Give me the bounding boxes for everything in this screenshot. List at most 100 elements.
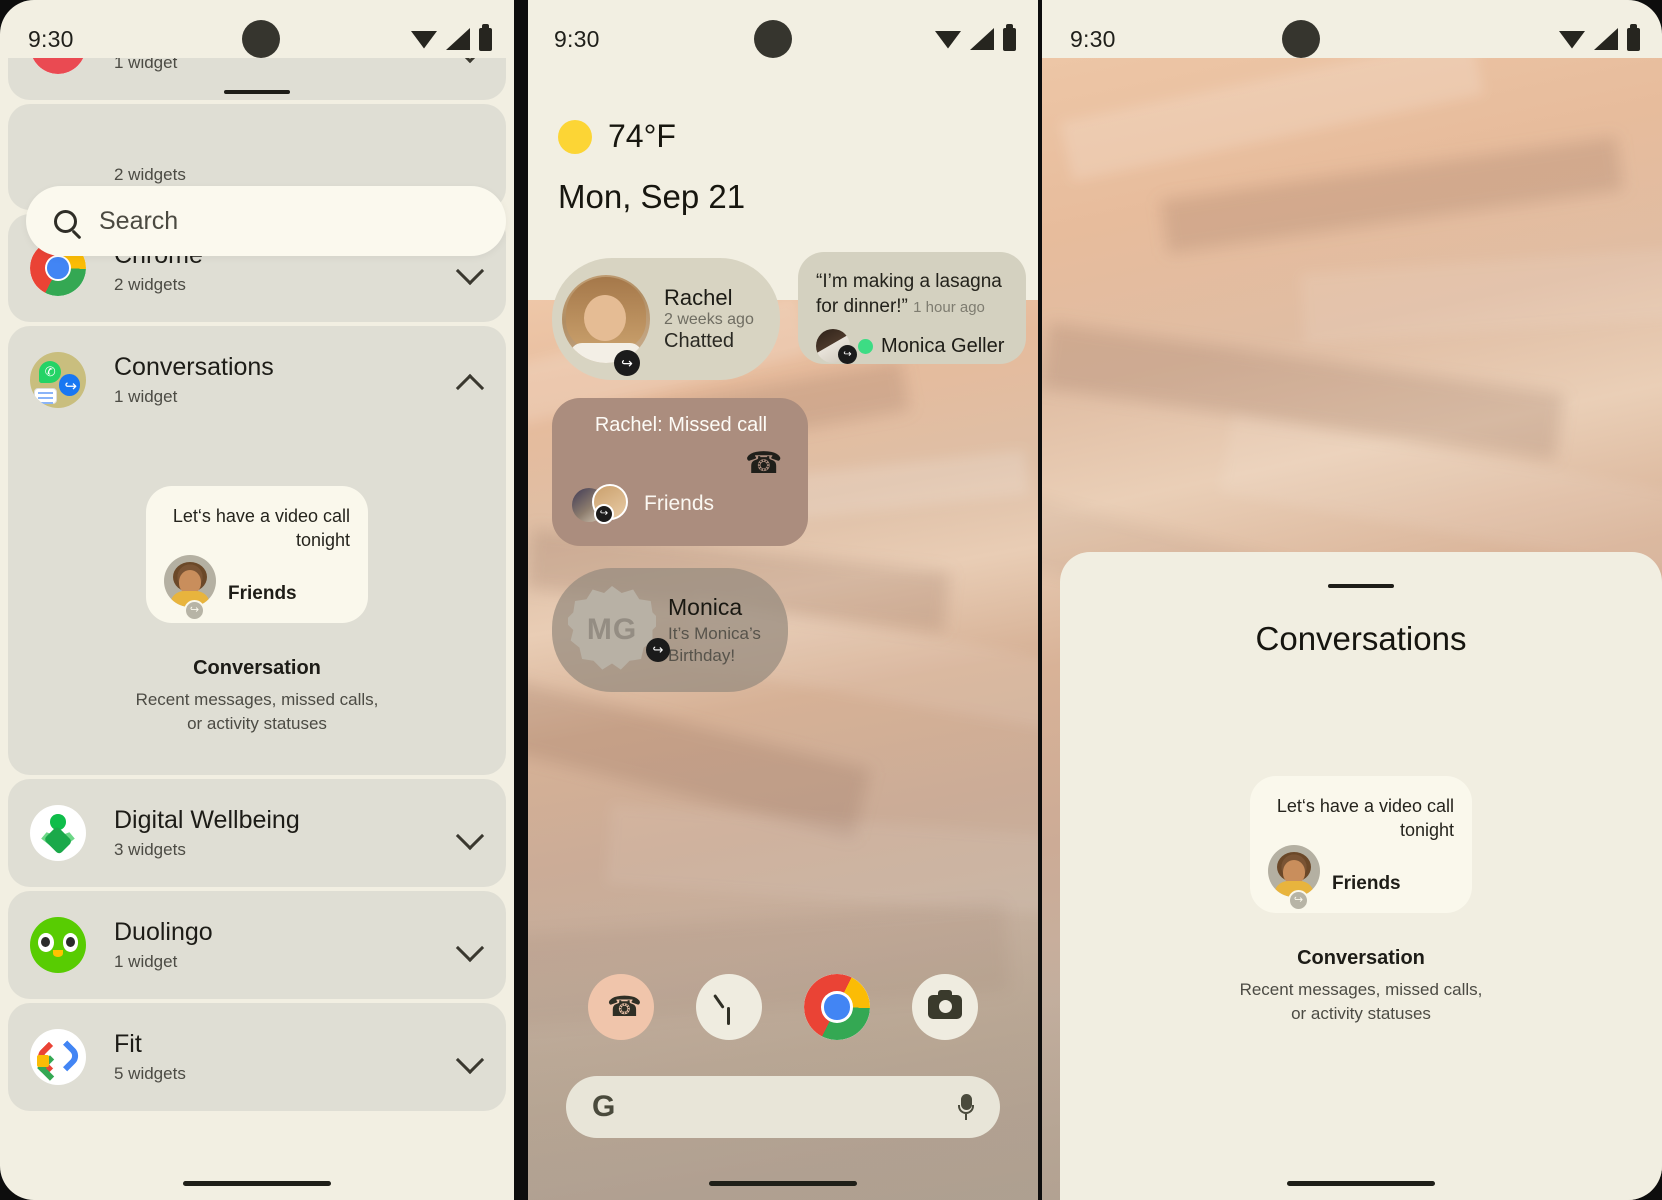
- avatar: [562, 275, 650, 363]
- status-time: 9:30: [28, 25, 74, 52]
- wifi-icon: [1559, 31, 1585, 49]
- clock-icon[interactable]: [696, 974, 762, 1040]
- widget-group-fit[interactable]: Fit 5 widgets: [8, 1002, 506, 1111]
- widget-picker-list[interactable]: 1 widget 2 widgets Search 2 widgets ✆ ↪ …: [8, 58, 506, 1200]
- navigation-bar-handle[interactable]: [1287, 1181, 1435, 1186]
- quote-text: “I’m making a lasagna for dinner!” 1 hou…: [816, 270, 1012, 319]
- conversation-widget-rachel[interactable]: Rachel 2 weeks ago Chatted: [552, 258, 780, 380]
- chevron-down-icon[interactable]: [458, 1044, 484, 1070]
- camera-punch-hole-icon: [1282, 20, 1320, 58]
- conversation-widget-monica-geller[interactable]: “I’m making a lasagna for dinner!” 1 hou…: [798, 252, 1026, 365]
- microphone-icon[interactable]: [958, 1094, 974, 1120]
- phone-icon[interactable]: ☎: [588, 974, 654, 1040]
- avatar: [164, 554, 216, 607]
- group-label: Friends: [644, 492, 715, 515]
- widget-group-title: Duolingo: [114, 918, 213, 946]
- status-time: 9:30: [1070, 25, 1116, 52]
- signal-icon: [1594, 28, 1618, 50]
- camera-icon[interactable]: [912, 974, 978, 1040]
- search-icon: [54, 209, 77, 233]
- widget-group-title: Conversations: [114, 353, 274, 382]
- widget-preview-message: Let‘s have a video call tonight: [172, 506, 350, 551]
- battery-icon: [479, 23, 492, 51]
- widget-group-subtitle: 1 widget: [114, 951, 178, 971]
- widget-group-title: Digital Wellbeing: [114, 806, 300, 834]
- timestamp: 2 weeks ago: [664, 311, 754, 329]
- status-icons: [1559, 23, 1640, 51]
- widget-group-duolingo[interactable]: Duolingo 1 widget: [8, 890, 506, 999]
- chevron-down-icon[interactable]: [458, 820, 484, 846]
- chevron-down-icon[interactable]: [458, 58, 484, 59]
- signal-icon: [446, 28, 470, 50]
- widget-group-digital-wellbeing[interactable]: Digital Wellbeing 3 widgets: [8, 778, 506, 887]
- temperature-label: 74°F: [608, 118, 676, 154]
- navigation-bar-handle[interactable]: [709, 1181, 857, 1186]
- widget-group-title: Fit: [114, 1030, 142, 1058]
- weather-widget[interactable]: 74°F: [558, 118, 676, 155]
- timestamp: 1 hour ago: [913, 298, 985, 316]
- navigation-bar-handle[interactable]: [183, 1181, 331, 1186]
- conversation-widget-missed-call[interactable]: Rachel: Missed call ☎ Friends: [552, 398, 808, 546]
- avatar: [1268, 844, 1320, 897]
- widget-preview-title: Conversation: [1297, 946, 1425, 969]
- app-icon-partial: [30, 58, 86, 74]
- chevron-up-icon[interactable]: [458, 367, 484, 393]
- contact-name: Monica: [668, 594, 743, 621]
- sheet-drag-handle[interactable]: [1328, 584, 1394, 588]
- group-avatar: [572, 484, 630, 524]
- home-screen: 9:30 74°F Mon, Sep 21 R: [528, 0, 1038, 1200]
- online-dot-icon: [858, 338, 873, 354]
- conversation-widget-card[interactable]: Let‘s have a video call tonight Friends: [146, 486, 368, 623]
- contact-name: Rachel: [664, 284, 733, 310]
- search-input[interactable]: Search: [26, 186, 506, 256]
- avatar-initials-text: MG: [586, 613, 638, 646]
- widget-preview-message: Let‘s have a video call tonight: [1276, 796, 1454, 841]
- battery-icon: [1627, 23, 1640, 51]
- conversation-widget-card[interactable]: Let‘s have a video call tonight Friends: [1250, 776, 1472, 913]
- fit-icon: [30, 1028, 86, 1085]
- duolingo-icon: [30, 916, 86, 973]
- messenger-icon: [838, 345, 857, 365]
- status-text: It’s Monica’s Birthday!: [668, 624, 761, 665]
- status-text: Chatted: [664, 330, 735, 353]
- widget-preview-description: Recent messages, missed calls, or activi…: [135, 689, 379, 734]
- app-icon-hidden: [30, 130, 86, 186]
- widget-preview[interactable]: Let‘s have a video call tonight Friends …: [30, 434, 484, 737]
- chevron-down-icon[interactable]: [458, 932, 484, 958]
- widget-group-subtitle: 1 widget: [114, 58, 178, 72]
- widget-group-subtitle: 2 widgets: [114, 274, 186, 294]
- sheet-drag-handle[interactable]: [224, 90, 290, 94]
- conversations-icon: [30, 352, 86, 408]
- widget-group-subtitle: 3 widgets: [114, 839, 186, 859]
- google-g-icon: G: [592, 1090, 616, 1123]
- camera-punch-hole-icon: [242, 20, 280, 58]
- messenger-icon: [646, 637, 670, 662]
- conversation-widget-monica[interactable]: MG Monica It’s Monica’s Birthday!: [552, 568, 788, 692]
- widget-preview-title: Conversation: [193, 656, 321, 679]
- avatar-initials: MG: [568, 586, 656, 670]
- search-placeholder: Search: [99, 206, 179, 235]
- sheet-title: Conversations: [1255, 620, 1467, 657]
- widget-group-subtitle: 1 widget: [114, 386, 178, 406]
- widget-group-subtitle: 5 widgets: [114, 1063, 186, 1083]
- widget-preview-contact: Friends: [1332, 872, 1401, 894]
- widget-group-title: [114, 131, 484, 160]
- google-search-bar[interactable]: G: [566, 1076, 1000, 1138]
- widget-preview[interactable]: Let‘s have a video call tonight Friends …: [1060, 776, 1662, 1027]
- status-icons: [411, 23, 492, 51]
- widget-preview-contact: Friends: [228, 582, 297, 604]
- digital-wellbeing-icon: [30, 804, 86, 861]
- chrome-icon[interactable]: [804, 974, 870, 1040]
- dock[interactable]: ☎: [528, 974, 1038, 1040]
- missed-call-title: Rachel: Missed call: [594, 414, 768, 436]
- bottom-sheet[interactable]: Conversations Let‘s have a video call to…: [1060, 552, 1662, 1200]
- messenger-icon: [184, 599, 205, 621]
- contact-name: Monica Geller: [881, 334, 1005, 357]
- chevron-down-icon[interactable]: [458, 255, 484, 281]
- widget-group-conversations[interactable]: Conversations 1 widget Let‘s have a vide…: [8, 326, 506, 775]
- date-label: Mon, Sep 21: [558, 178, 746, 215]
- sun-icon: [558, 119, 592, 154]
- panel-home-screen: 9:30 74°F Mon, Sep 21 R: [528, 0, 1038, 1200]
- missed-call-icon: ☎: [744, 447, 782, 480]
- panel-conversations-sheet: 9:30 Conversations Let‘s have a video ca…: [1042, 0, 1662, 1200]
